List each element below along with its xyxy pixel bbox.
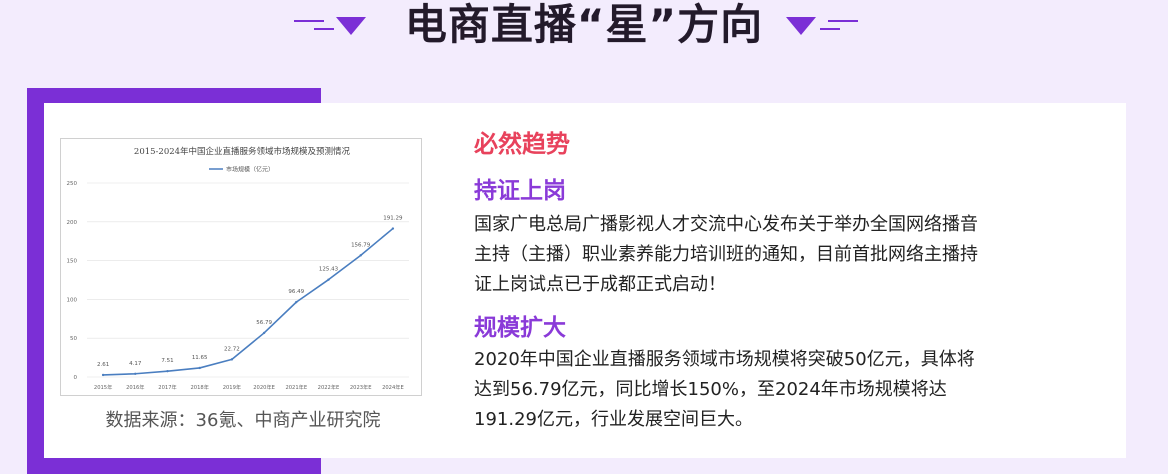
item-title-scale: 规模扩大 xyxy=(474,315,566,341)
data-point xyxy=(262,331,266,335)
x-tick-label: 2015年 xyxy=(94,383,112,391)
data-source-caption: 数据来源：36氪、中商产业研究院 xyxy=(105,410,381,431)
data-point xyxy=(198,366,201,370)
section-title: 必然趋势 xyxy=(474,130,570,158)
data-label: 11.65 xyxy=(192,355,208,361)
line-chart: 2015-2024年中国企业直播服务领域市场规模及预测情况市场规模（亿元） 0 50… xyxy=(67,146,409,391)
data-point xyxy=(134,372,137,375)
legend-label: 市场规模（亿元） xyxy=(226,166,274,174)
data-point xyxy=(101,373,105,377)
data-label: 4.17 xyxy=(129,361,142,367)
data-point xyxy=(359,254,362,257)
market-size-chart: 2015-2024年中国企业直播服务领域市场规模及预测情况市场规模（亿元） 0 50… xyxy=(60,138,422,396)
data-point xyxy=(327,278,330,281)
x-tick-label: 2016年 xyxy=(126,383,144,391)
x-tick-label: 2018年 xyxy=(191,383,209,391)
x-tick-label: 2023年E xyxy=(350,383,372,391)
data-point xyxy=(391,227,395,230)
data-label: 125.43 xyxy=(319,267,339,273)
x-tick-label: 2021年E xyxy=(285,383,307,391)
y-tick-label: 100 xyxy=(67,297,78,303)
header: 电商直播“星”方向 xyxy=(0,0,1168,60)
y-tick-label: 250 xyxy=(67,181,78,187)
series-line xyxy=(103,227,394,376)
data-label: 56.79 xyxy=(256,320,272,326)
page-title: 电商直播“星”方向 xyxy=(404,0,764,49)
y-tick-label: 150 xyxy=(67,259,78,265)
data-point xyxy=(295,300,298,304)
data-point xyxy=(230,358,234,361)
data-point xyxy=(166,369,169,373)
x-tick-label: 2024年E xyxy=(382,383,404,391)
y-tick-label: 200 xyxy=(67,220,78,226)
y-tick-label: 50 xyxy=(70,336,77,342)
x-tick-label: 2022年E xyxy=(318,383,340,391)
data-label: 156.79 xyxy=(351,242,371,248)
data-label: 2.61 xyxy=(97,362,109,368)
x-tick-label: 2020年E xyxy=(253,383,275,391)
data-label: 96.49 xyxy=(288,289,304,295)
item-text-scale: 2020年中国企业直播服务领域市场规模将突破50亿元，具体将 达到56.79亿元… xyxy=(474,349,975,430)
right-triangle-decoration-icon xyxy=(786,17,858,35)
item-title-certification: 持证上岗 xyxy=(474,178,566,204)
data-label: 22.72 xyxy=(224,346,240,352)
x-tick-label: 2019年 xyxy=(223,383,241,391)
data-label: 191.29 xyxy=(383,216,403,222)
chart-title: 2015-2024年中国企业直播服务领域市场规模及预测情况 xyxy=(134,146,351,157)
y-tick-label: 0 xyxy=(74,375,78,381)
x-tick-label: 2017年 xyxy=(158,383,176,391)
data-label: 7.51 xyxy=(161,358,173,364)
item-text-certification: 国家广电总局广播影视人才交流中心发布关于举办全国网络播音 主持（主播）职业素养能… xyxy=(474,214,978,295)
